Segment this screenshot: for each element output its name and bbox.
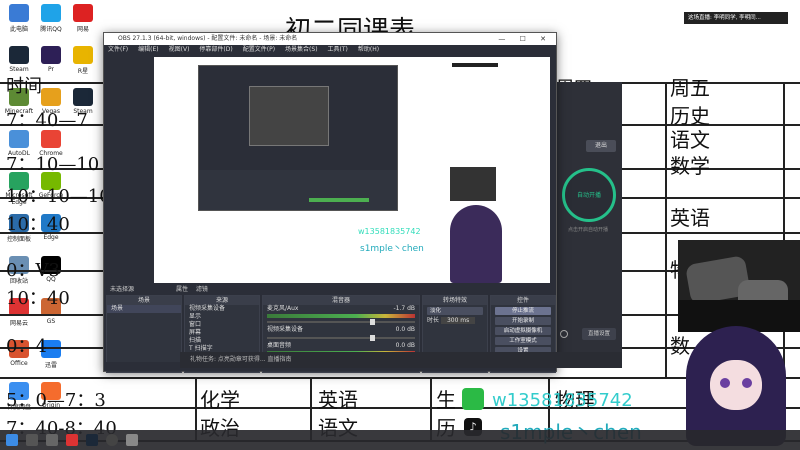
menu-item[interactable]: 文件(F)	[108, 45, 128, 55]
volume-slider[interactable]	[267, 319, 415, 325]
time-header: 时间	[6, 76, 42, 97]
preview-webcam	[450, 167, 496, 201]
obs-icon[interactable]	[106, 434, 118, 446]
subject-cell: 生	[436, 388, 456, 412]
start-icon[interactable]	[6, 434, 18, 446]
app-icon[interactable]	[66, 434, 78, 446]
taskbar	[0, 430, 800, 450]
webcam-feed	[678, 240, 800, 332]
search-icon[interactable]	[26, 434, 38, 446]
auto-live-label: 自动开播	[576, 192, 601, 199]
duration-label: 时长	[427, 317, 440, 324]
desktop-icon[interactable]: 网易	[68, 4, 98, 33]
desktop-icon[interactable]: 腾讯QQ	[36, 4, 66, 33]
menu-item[interactable]: 视图(V)	[169, 45, 190, 55]
time-cell: 0：4	[6, 336, 47, 357]
volume-meter	[267, 314, 415, 318]
preview-wechat: w13581835742	[358, 227, 421, 236]
app-icon	[73, 4, 93, 22]
subject-cell: 数	[670, 334, 690, 358]
friday-header: 周五	[670, 76, 710, 100]
source-item[interactable]: 屏幕	[185, 329, 259, 337]
menu-item[interactable]: 场景集合(S)	[285, 45, 318, 55]
studio-mode-button[interactable]: 工作室模式	[495, 337, 551, 345]
app-icon	[9, 4, 29, 22]
subject-cell: 英语	[318, 388, 358, 412]
auto-live-hint: 点击开启自动开播	[567, 227, 608, 233]
menu-item[interactable]: 配置文件(P)	[243, 45, 275, 55]
menu-item[interactable]: 工具(T)	[328, 45, 348, 55]
volume-slider[interactable]	[267, 335, 415, 341]
menu-item[interactable]: 帮助(H)	[358, 45, 379, 55]
time-cell: 7：40—7	[6, 110, 88, 131]
preview-avatar	[450, 205, 502, 283]
wechat-icon	[462, 388, 484, 410]
mixer-header: 混音器	[263, 296, 419, 305]
exit-button[interactable]: 退出	[586, 140, 616, 152]
channel-db: 0.0 dB	[395, 326, 415, 333]
stop-streaming-button[interactable]: 停止推流	[495, 307, 551, 315]
menu-item[interactable]: 停靠部件(D)	[199, 45, 232, 55]
source-item[interactable]: 扫描	[185, 337, 259, 345]
source-item[interactable]: 显示	[185, 313, 259, 321]
controls-header: 控件	[491, 296, 555, 305]
no-source-label: 未选择源	[110, 286, 135, 293]
channel-db: 0.0 dB	[395, 342, 415, 349]
obs-titlebar: OBS 27.1.3 (64-bit, windows) - 配置文件: 未命名…	[104, 33, 556, 45]
top-notification: 这场直播: 李明同学, 李明同...	[684, 12, 788, 24]
mixer-channel: 麦克风/Aux -1.7 dB	[263, 305, 419, 313]
desktop-icon[interactable]: 此电脑	[4, 4, 34, 33]
stream-settings-button[interactable]: 直播设置	[582, 328, 616, 340]
window-controls[interactable]: — ☐ ✕	[498, 33, 552, 45]
app-icon	[41, 4, 61, 22]
source-item[interactable]: 窗口	[185, 321, 259, 329]
obs-menubar: 文件(F) 编辑(E) 视图(V) 停靠部件(D) 配置文件(P) 场景集合(S) 工具(T…	[104, 45, 556, 55]
preview-notification	[452, 63, 498, 67]
subject-cell: 英语	[670, 206, 710, 230]
source-item[interactable]: 视频采集设备	[185, 305, 259, 313]
preview-tiktok: s1mple丶chen	[360, 244, 424, 254]
source-control-bar: 未选择源 属性 滤镜	[104, 285, 556, 295]
scene-item[interactable]: 场景	[107, 305, 181, 313]
time-cell: 10：40	[6, 288, 70, 309]
time-cell: 7：10—10	[6, 154, 100, 175]
taskview-icon[interactable]	[46, 434, 58, 446]
time-cell: 10：10—10	[6, 186, 111, 207]
time-cell: 5：0—7：3	[6, 390, 106, 411]
channel-name: 麦克风/Aux	[267, 305, 299, 312]
stream-panel: 退出 自动开播 点击开启自动开播 直播设置	[556, 82, 622, 352]
obs-preview[interactable]: w13581835742 s1mple丶chen	[154, 57, 550, 283]
gear-icon[interactable]	[560, 330, 568, 338]
subject-cell: 语文	[670, 128, 710, 152]
sources-header: 来源	[185, 296, 259, 305]
menu-item[interactable]: 编辑(E)	[138, 45, 158, 55]
subject-cell: 化学	[200, 388, 240, 412]
obs-title: OBS 27.1.3 (64-bit, windows) - 配置文件: 未命名…	[118, 35, 298, 42]
gift-task-notice: 礼物任务: 点亮勋章可获得... 直播指南	[190, 356, 292, 363]
channel-db: -1.7 dB	[393, 305, 415, 312]
transition-select[interactable]: 淡化	[427, 307, 483, 315]
scenes-header: 场景	[107, 296, 181, 305]
nested-preview	[198, 65, 398, 211]
virtual-camera-button[interactable]: 启动虚拟摄像机	[495, 327, 551, 335]
mixer-channel: 桌面音频 0.0 dB	[263, 342, 419, 350]
start-recording-button[interactable]: 开始录制	[495, 317, 551, 325]
properties-button[interactable]: 属性	[176, 286, 188, 293]
duration-input[interactable]: 300 ms	[440, 317, 476, 324]
anime-avatar	[686, 326, 786, 446]
obs-window: OBS 27.1.3 (64-bit, windows) - 配置文件: 未命名…	[103, 32, 557, 373]
transitions-header: 转场特效	[423, 296, 487, 305]
app-icon[interactable]	[126, 434, 138, 446]
time-cell: 10：40	[6, 214, 70, 235]
companion-bottom-bar: 礼物任务: 点亮勋章可获得... 直播指南	[180, 352, 622, 368]
wechat-id: w13581835742	[492, 390, 633, 411]
filters-button[interactable]: 滤镜	[196, 286, 208, 293]
mixer-channel: 视频采集设备 0.0 dB	[263, 326, 419, 334]
time-cell: 0：V3	[6, 260, 60, 281]
channel-name: 视频采集设备	[267, 326, 304, 333]
channel-name: 桌面音频	[267, 342, 292, 349]
steam-icon[interactable]	[86, 434, 98, 446]
subject-cell: 数学	[670, 154, 710, 178]
